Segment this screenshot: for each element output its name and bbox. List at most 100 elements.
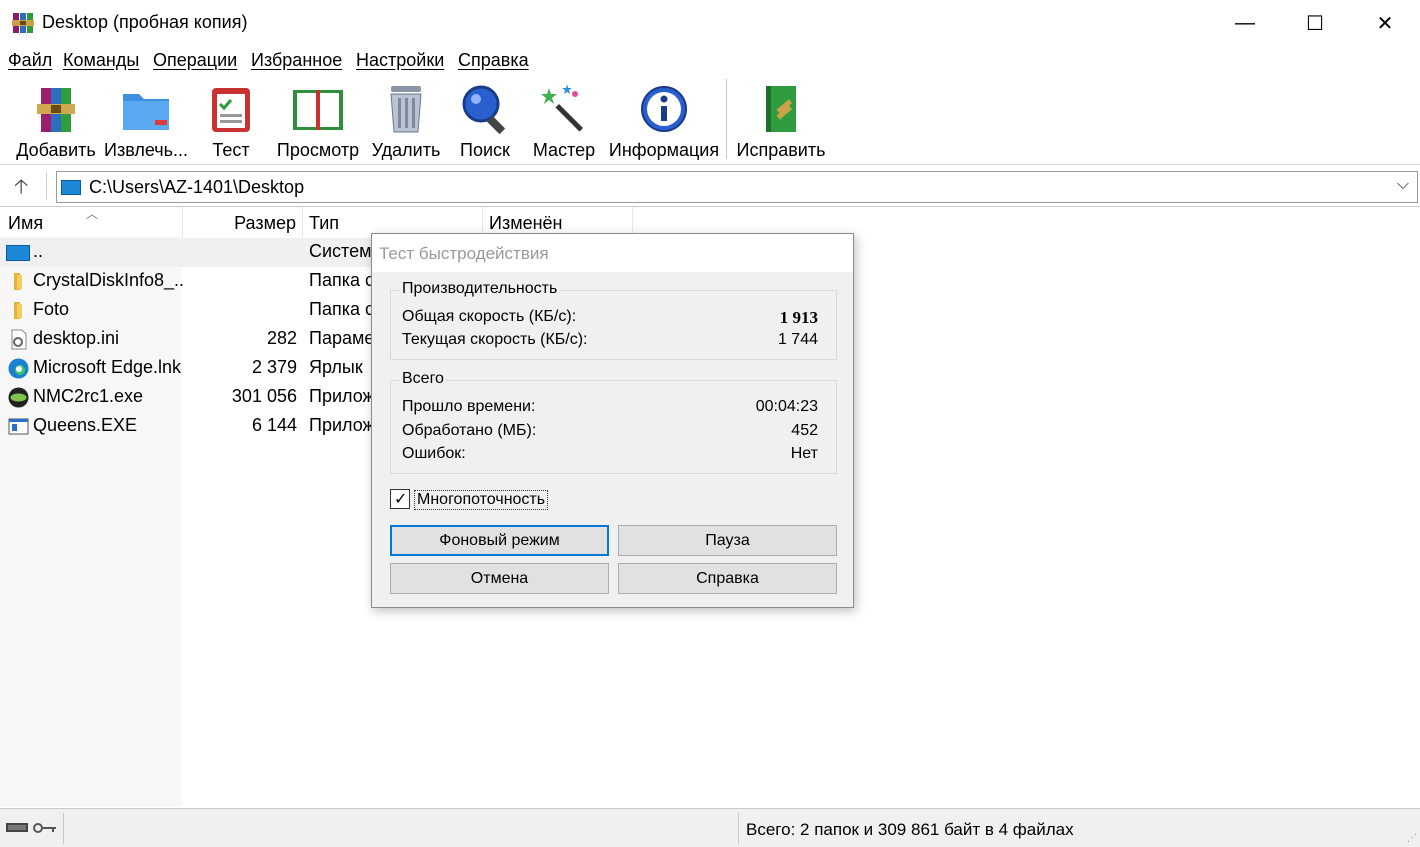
file-type: Системн: [309, 241, 373, 261]
sort-ascending-icon: ︿: [86, 207, 99, 221]
checkmark-icon: ✓: [394, 491, 408, 508]
current-speed-label: Текущая скорость (КБ/с):: [402, 331, 588, 348]
file-type: Параме: [309, 328, 373, 348]
file-name: CrystalDiskInfo8_...: [33, 270, 183, 290]
path-text: C:\Users\AZ-1401\Desktop: [89, 177, 305, 197]
add-button[interactable]: Добавить: [14, 77, 98, 163]
menu-bar: Файл Команды Операции Избранное Настройк…: [0, 48, 1420, 74]
repair-button[interactable]: Исправить: [736, 77, 826, 163]
total-speed-row: Общая скорость (КБ/с): 1 913: [402, 306, 818, 328]
folder-icon: [14, 302, 22, 319]
extract-button[interactable]: Извлечь...: [104, 77, 188, 163]
checkbox-box[interactable]: ✓: [390, 489, 410, 509]
column-modified-label: Изменён: [489, 213, 563, 233]
status-bar: Всего: 2 папок и 309 861 байт в 4 файлах…: [0, 808, 1420, 847]
path-input[interactable]: C:\Users\AZ-1401\Desktop ⌵: [56, 171, 1418, 203]
file-size: 301 056: [231, 386, 297, 406]
test-checklist-icon: [212, 88, 250, 132]
total-speed-label: Общая скорость (КБ/с):: [402, 308, 577, 325]
errors-value: Нет: [790, 445, 818, 462]
delete-button[interactable]: Удалить: [372, 77, 440, 163]
drive-icon: [6, 245, 30, 261]
menu-help[interactable]: Справка: [458, 50, 529, 71]
exe-app-icon: [8, 387, 29, 408]
dialog-title-bar[interactable]: Тест быстродействия: [372, 234, 853, 272]
menu-operations[interactable]: Операции: [153, 50, 237, 71]
wizard-label: Мастер: [532, 140, 596, 160]
view-label: Просмотр: [276, 140, 360, 160]
totals-group: Всего Прошло времени: 00:04:23 Обработан…: [390, 370, 837, 474]
benchmark-dialog: Тест быстродействия Производительность О…: [371, 233, 854, 608]
current-speed-value: 1 744: [777, 331, 818, 348]
file-name: NMC2rc1.exe: [33, 386, 144, 406]
multithread-label[interactable]: Многопоточность: [414, 490, 549, 510]
view-button[interactable]: Просмотр: [274, 77, 362, 163]
column-type-label: Тип: [309, 213, 340, 233]
file-name: Foto: [33, 299, 70, 319]
find-label: Поиск: [460, 140, 510, 160]
elapsed-row: Прошло времени: 00:04:23: [402, 396, 818, 418]
file-size: 282: [266, 328, 297, 348]
resize-grip-icon[interactable]: ⋰: [1407, 833, 1417, 844]
title-bar: Desktop (пробная копия) — ☐ ✕: [0, 0, 1420, 46]
status-separator: [738, 813, 739, 844]
close-button[interactable]: ✕: [1350, 0, 1420, 46]
menu-favorites[interactable]: Избранное: [251, 50, 342, 71]
cancel-label: Отмена: [470, 569, 529, 587]
up-arrow-icon[interactable]: 🡡: [14, 172, 28, 206]
extract-label: Извлечь...: [104, 140, 189, 160]
file-type: Папка с: [309, 270, 373, 290]
minimize-button[interactable]: —: [1210, 0, 1280, 46]
file-name: ..: [33, 241, 44, 261]
info-button[interactable]: Информация: [608, 77, 720, 163]
folder-icon: [14, 273, 22, 290]
background-mode-label: Фоновый режим: [439, 531, 560, 549]
totals-group-title: Всего: [400, 370, 446, 388]
window-app-icon: [8, 418, 29, 435]
desktop-icon: [61, 180, 81, 195]
column-header-name[interactable]: Имя ︿: [0, 207, 183, 237]
file-size: 6 144: [251, 415, 297, 435]
menu-file[interactable]: Файл: [8, 50, 52, 71]
column-header-size[interactable]: Размер: [183, 207, 303, 237]
info-icon: [641, 86, 687, 132]
edge-icon: [8, 358, 29, 379]
background-mode-button[interactable]: Фоновый режим: [390, 525, 609, 556]
archive-add-icon: [37, 88, 75, 132]
search-magnifier-icon: [462, 85, 506, 135]
find-button[interactable]: Поиск: [452, 77, 518, 163]
winrar-logo-icon: [12, 13, 34, 33]
current-speed-row: Текущая скорость (КБ/с): 1 744: [402, 329, 818, 351]
help-button[interactable]: Справка: [618, 563, 837, 594]
processed-label: Обработано (МБ):: [402, 422, 537, 439]
info-label: Информация: [608, 140, 720, 160]
cancel-button[interactable]: Отмена: [390, 563, 609, 594]
processed-row: Обработано (МБ): 452: [402, 420, 818, 442]
wizard-button[interactable]: Мастер: [530, 77, 598, 163]
settings-file-icon: [11, 329, 27, 350]
menu-commands[interactable]: Команды: [63, 50, 139, 71]
errors-row: Ошибок: Нет: [402, 443, 818, 465]
view-book-icon: [293, 90, 343, 130]
pause-button[interactable]: Пауза: [618, 525, 837, 556]
test-button[interactable]: Тест: [196, 77, 266, 163]
elapsed-label: Прошло времени:: [402, 398, 536, 415]
chevron-down-icon[interactable]: ⌵: [1397, 176, 1409, 194]
trash-icon: [390, 86, 422, 133]
drive-key-icon: [6, 823, 56, 833]
toolbar-separator: [726, 79, 727, 159]
delete-label: Удалить: [371, 140, 441, 160]
maximize-button[interactable]: ☐: [1280, 0, 1350, 46]
performance-group-title: Производительность: [400, 280, 560, 298]
column-name-label: Имя: [8, 213, 44, 233]
add-label: Добавить: [16, 140, 96, 160]
elapsed-value: 00:04:23: [755, 398, 818, 415]
processed-value: 452: [791, 422, 818, 439]
column-size-label: Размер: [234, 213, 296, 233]
file-name: desktop.ini: [33, 328, 120, 348]
status-separator: [63, 813, 64, 844]
menu-settings[interactable]: Настройки: [356, 50, 444, 71]
file-name: Microsoft Edge.lnk: [33, 357, 182, 377]
address-bar: 🡡 C:\Users\AZ-1401\Desktop ⌵: [0, 166, 1420, 206]
file-type: Прилож: [309, 386, 373, 406]
